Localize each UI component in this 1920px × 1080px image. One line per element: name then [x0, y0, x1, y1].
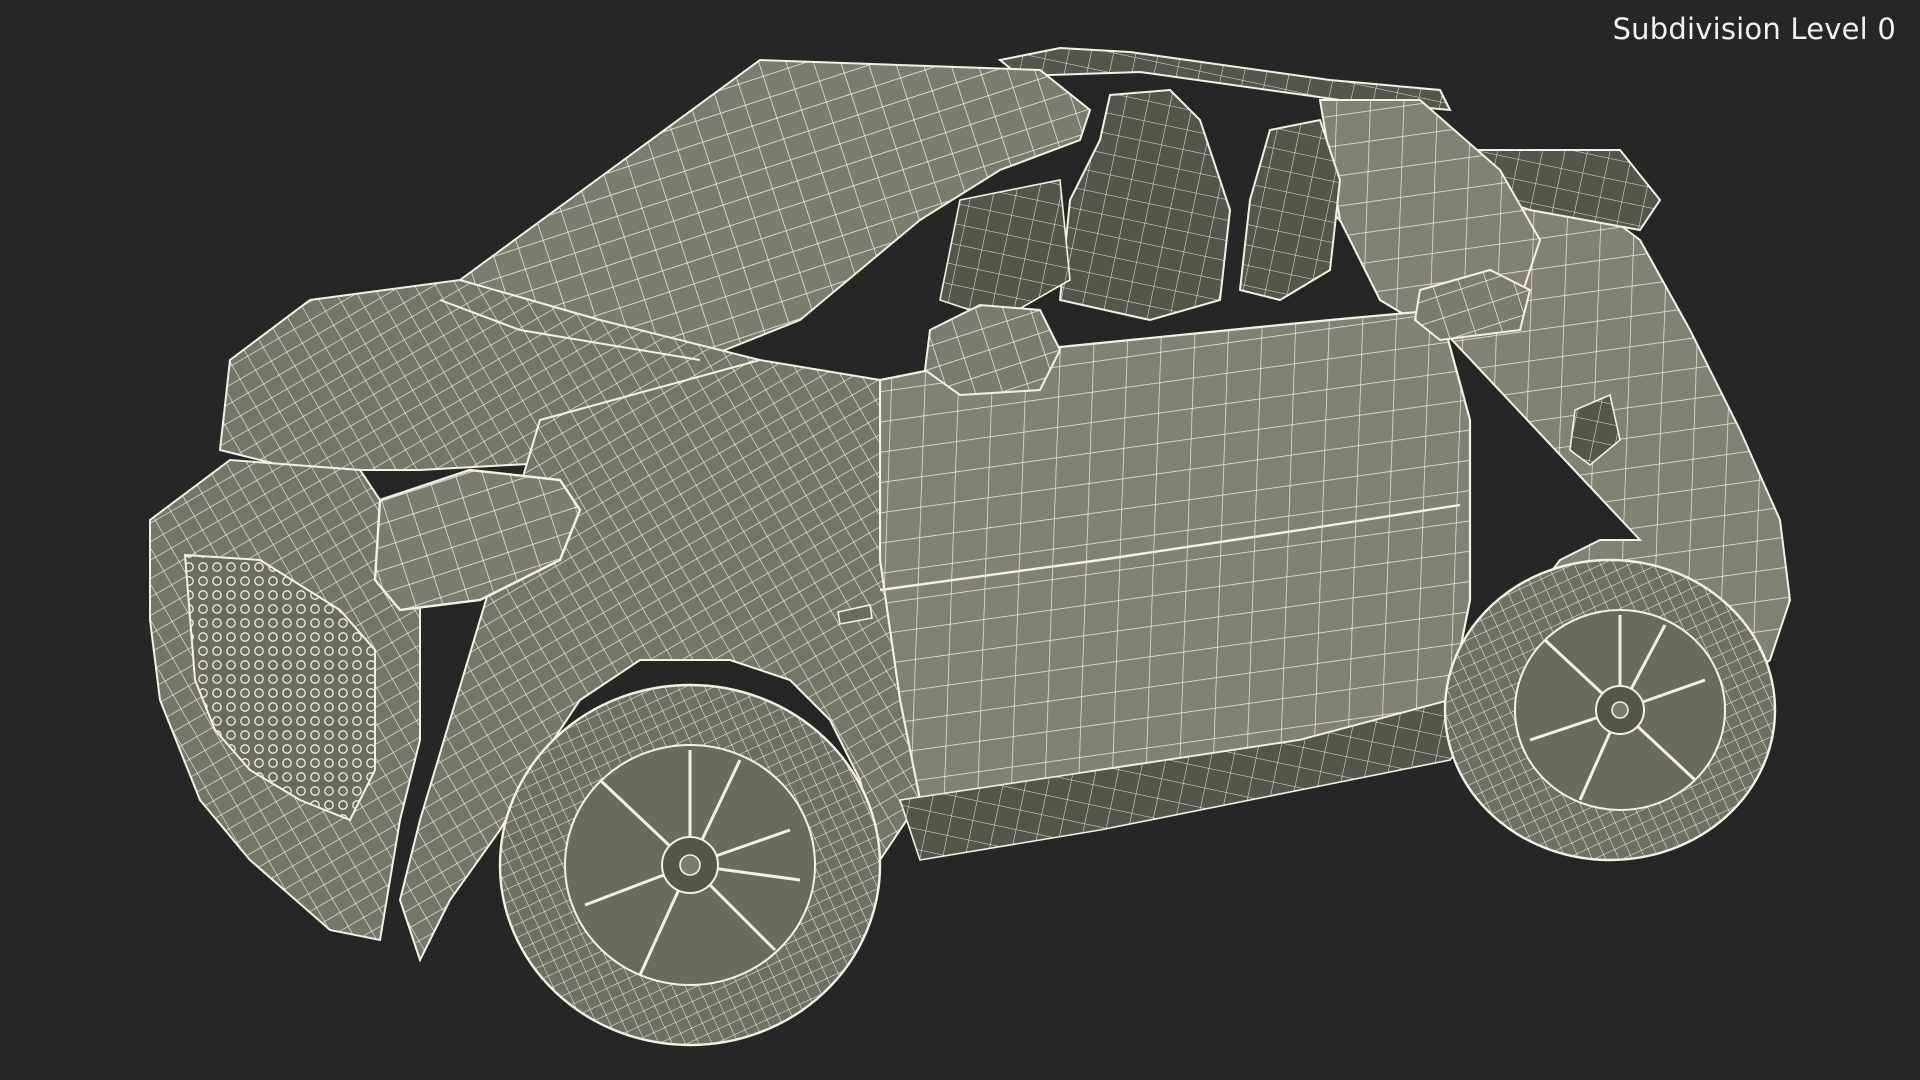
wireframe-car-model — [149, 46, 1792, 1047]
subdivision-level-label: Subdivision Level 0 — [1612, 12, 1896, 46]
passenger-seat — [1238, 118, 1342, 302]
dashboard — [939, 179, 1071, 321]
rear-wheel — [1443, 558, 1777, 862]
front-wheel — [498, 683, 882, 1047]
3d-viewport[interactable]: Subdivision Level 0 — [0, 0, 1920, 1080]
side-mirror — [923, 303, 1062, 397]
